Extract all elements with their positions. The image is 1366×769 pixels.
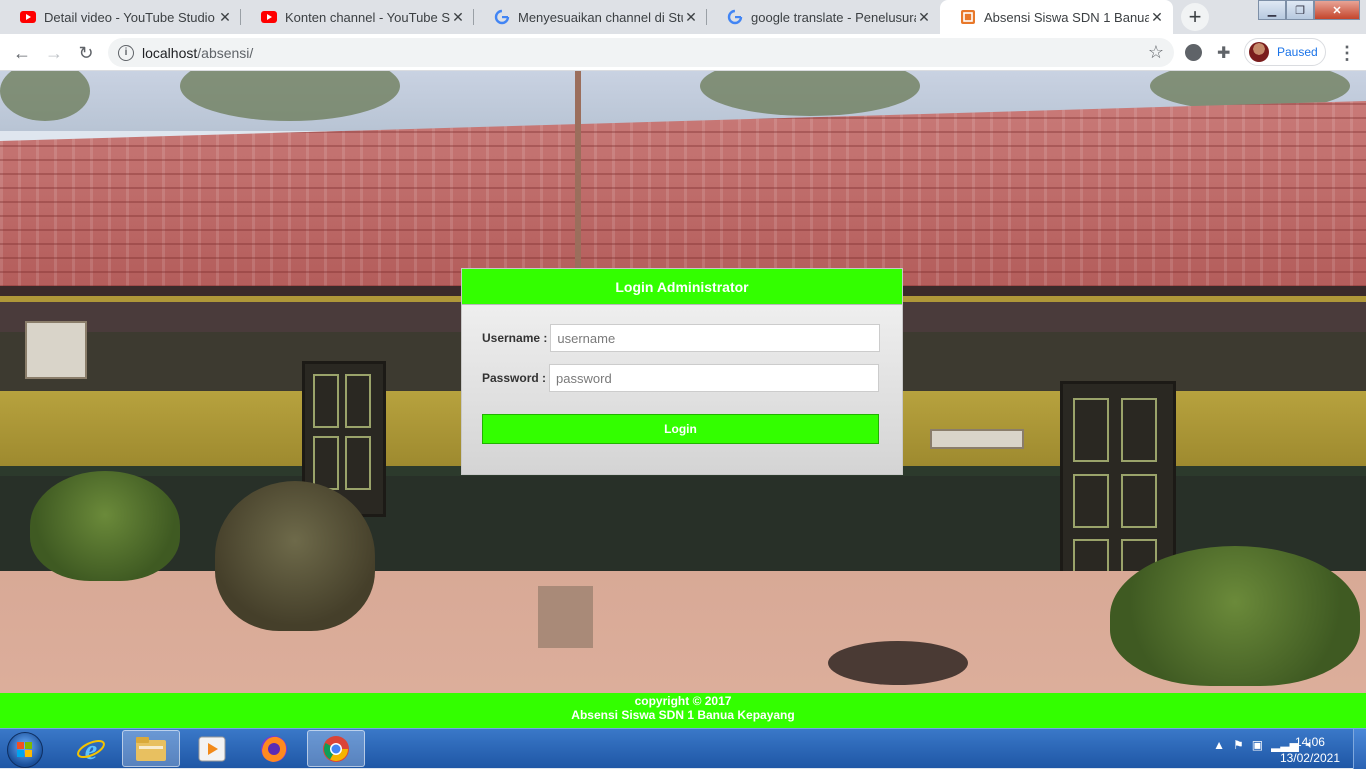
copyright-text: copyright © 2017 <box>634 694 732 708</box>
show-hidden-icons-icon[interactable]: ▲ <box>1213 738 1225 752</box>
info-icon[interactable]: i <box>118 44 134 61</box>
password-label: Password : <box>482 371 547 385</box>
footer-site-name: Absensi Siswa SDN 1 Banua Kepayang <box>571 708 795 722</box>
media-player-icon[interactable] <box>183 730 241 767</box>
file-explorer-icon[interactable] <box>122 730 180 767</box>
close-icon[interactable]: ✕ <box>450 9 466 26</box>
taskbar-clock[interactable]: 14:06 13/02/2021 <box>1280 734 1340 766</box>
firefox-icon[interactable] <box>245 730 303 767</box>
tab-title: Menyesuaikan channel di Studio <box>518 9 683 25</box>
show-desktop-button[interactable] <box>1353 729 1366 769</box>
forward-arrow-icon[interactable]: → <box>41 40 67 66</box>
youtube-icon <box>261 9 277 25</box>
google-icon <box>727 9 743 25</box>
url-host: localhost <box>142 44 198 61</box>
new-tab-button[interactable]: + <box>1181 3 1209 31</box>
bookmark-star-icon[interactable]: ☆ <box>1148 42 1164 63</box>
tab-title: Konten channel - YouTube Studio <box>285 9 450 25</box>
puzzle-icon[interactable]: ✚ <box>1217 43 1230 63</box>
chrome-icon[interactable] <box>307 730 365 767</box>
tab-title: Absensi Siswa SDN 1 Banua Kepayang <box>984 9 1149 25</box>
url-text[interactable]: localhost/absensi/ <box>142 45 253 61</box>
flag-icon[interactable]: ⚑ <box>1233 738 1244 752</box>
tab-detail-video[interactable]: Detail video - YouTube Studio ✕ <box>0 0 241 34</box>
tab-absensi-siswa[interactable]: Absensi Siswa SDN 1 Banua Kepayang ✕ <box>940 0 1173 34</box>
kebab-menu-icon[interactable]: ⋮ <box>1338 43 1356 64</box>
clock-date: 13/02/2021 <box>1279 751 1340 765</box>
tab-google-translate[interactable]: google translate - Penelusuran Google ✕ <box>707 0 940 34</box>
url-path: /absensi/ <box>197 44 254 61</box>
page-footer: copyright © 2017 Absensi Siswa SDN 1 Ban… <box>0 693 1366 728</box>
minimize-icon[interactable]: ▁ <box>1258 0 1286 20</box>
close-icon[interactable]: ✕ <box>683 9 699 26</box>
profile-status: Paused <box>1277 45 1318 59</box>
close-window-icon[interactable]: ✕ <box>1314 0 1360 20</box>
browser-toolbar: ← → ↻ i localhost/absensi/ ☆ <box>0 34 1366 71</box>
device-icon[interactable]: ▣ <box>1252 738 1263 752</box>
close-icon[interactable]: ✕ <box>217 9 233 26</box>
back-arrow-icon[interactable]: ← <box>9 40 35 66</box>
username-label: Username : <box>482 331 548 345</box>
extension-icon[interactable] <box>1185 44 1202 61</box>
password-row: Password : <box>482 364 880 392</box>
login-panel: Login Administrator Username : Password … <box>461 268 903 475</box>
youtube-icon <box>20 9 36 25</box>
maximize-icon[interactable]: ❐ <box>1286 0 1314 20</box>
windows-taskbar: e ▲ ⚑ ▣ ▂▃▅ 🔈︎ 14:06 13/02/2021 <box>0 728 1366 769</box>
tab-konten-channel[interactable]: Konten channel - YouTube Studio ✕ <box>241 0 474 34</box>
profile-button[interactable]: Paused <box>1244 38 1326 66</box>
window-controls: ▁ ❐ ✕ <box>1258 0 1360 20</box>
password-input[interactable] <box>549 364 880 392</box>
svg-text:e: e <box>85 735 97 764</box>
tab-menyesuaikan-channel[interactable]: Menyesuaikan channel di Studio ✕ <box>474 0 707 34</box>
start-button[interactable] <box>7 732 43 768</box>
internet-explorer-icon[interactable]: e <box>62 730 120 767</box>
reload-icon[interactable]: ↻ <box>73 40 99 66</box>
tab-title: Detail video - YouTube Studio <box>44 9 215 25</box>
close-icon[interactable]: ✕ <box>1149 9 1165 26</box>
browser-tab-strip: Detail video - YouTube Studio ✕ Konten c… <box>0 0 1366 34</box>
clock-time: 14:06 <box>1294 735 1325 749</box>
avatar <box>1249 42 1269 62</box>
username-row: Username : <box>482 324 881 352</box>
tab-title: google translate - Penelusuran Google <box>751 9 916 25</box>
address-bar[interactable]: i localhost/absensi/ ☆ <box>108 38 1174 67</box>
google-icon <box>494 9 510 25</box>
close-icon[interactable]: ✕ <box>916 9 932 26</box>
site-icon <box>960 9 976 25</box>
login-title: Login Administrator <box>462 269 902 305</box>
username-input[interactable] <box>550 324 881 352</box>
login-button[interactable]: Login <box>482 414 879 444</box>
